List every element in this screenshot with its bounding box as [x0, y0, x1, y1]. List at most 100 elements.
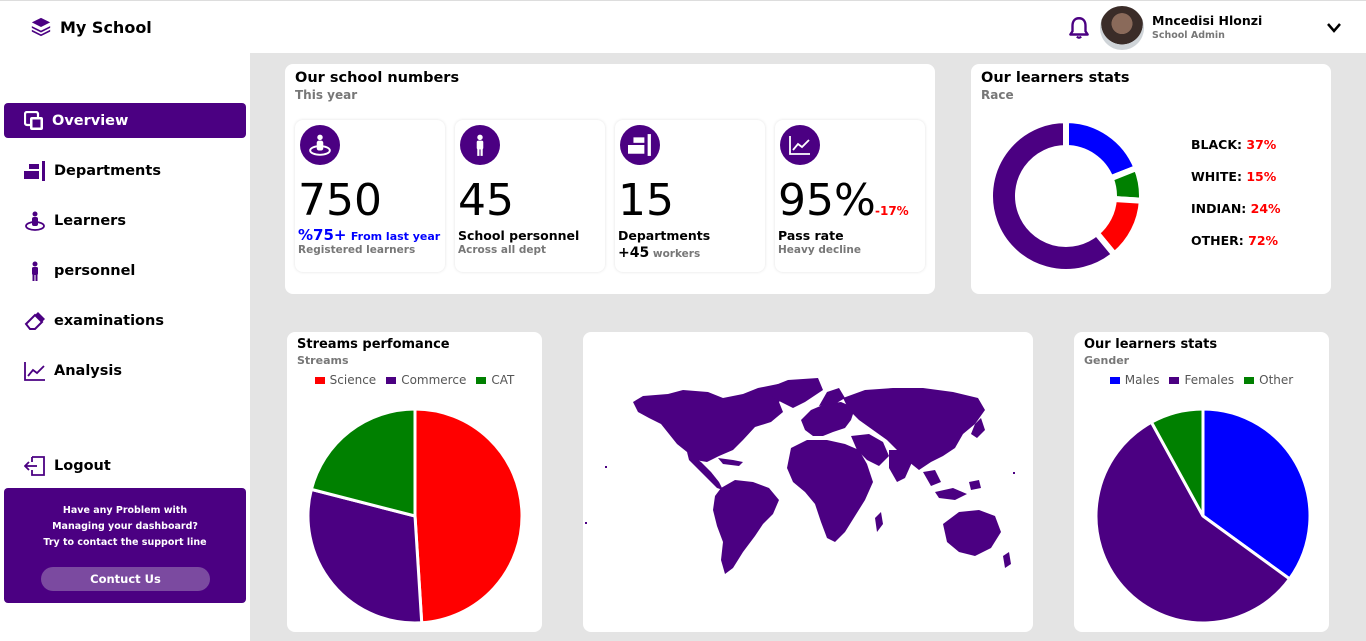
gender-card: Our learners stats Gender Males Females Ot…	[1074, 332, 1329, 632]
sidebar-item-departments[interactable]: Departments	[4, 153, 246, 188]
streams-card: Streams perfomance Streams Science Commer…	[287, 332, 542, 632]
support-line-1: Have any Problem with	[62, 505, 188, 516]
workers-label: workers	[652, 248, 701, 260]
avatar[interactable]	[1100, 6, 1144, 50]
map-region-south-america	[713, 480, 779, 574]
line-chart-icon	[24, 361, 45, 381]
map-region-madagascar	[875, 512, 883, 532]
chart-legend: Science Commerce CAT	[297, 373, 532, 387]
sidebar-item-overview[interactable]: Overview	[4, 103, 246, 138]
sidebar-item-examinations[interactable]: examinations	[4, 303, 246, 338]
map-region-caribbean	[718, 458, 743, 466]
top-bar: My School Mncedisi Hlonzi School Admin	[0, 0, 1366, 53]
card-subtitle: This year	[295, 88, 358, 102]
app-title: My School	[60, 17, 152, 37]
support-panel: Have any Problem with Managing your dash…	[4, 488, 246, 603]
race-row-other: OTHER: 72%	[1191, 233, 1278, 248]
legend-item-science[interactable]: Science	[314, 373, 377, 387]
bell-icon[interactable]	[1066, 15, 1092, 41]
stat-learners[interactable]: 750 %75+ From last year Registered learn…	[295, 120, 445, 272]
departments-icon	[24, 160, 45, 181]
legend-label: Females	[1184, 373, 1235, 387]
departments-icon	[620, 125, 660, 165]
map-region-europe	[801, 402, 855, 436]
legend-label: Other	[1259, 373, 1294, 387]
sidebar-item-personnel[interactable]: personnel	[4, 253, 246, 288]
sidebar-item-label: Analysis	[54, 362, 122, 379]
legend-swatch	[386, 377, 397, 384]
logout-icon	[24, 455, 45, 476]
line-chart-icon	[780, 125, 820, 165]
map-region-australia	[943, 510, 1001, 556]
stat-note: Heavy decline	[778, 244, 861, 256]
race-value: 15%	[1246, 169, 1277, 184]
chevron-down-icon[interactable]	[1326, 21, 1342, 35]
stat-value: 750	[298, 175, 382, 226]
legend-item-commerce[interactable]: Commerce	[386, 373, 466, 387]
stat-departments[interactable]: 15 Departments +45 workers	[615, 120, 765, 272]
sidebar-item-label: examinations	[54, 312, 164, 329]
stat-label: Departments	[618, 228, 711, 243]
race-row-black: BLACK: 37%	[1191, 137, 1276, 152]
logout-button[interactable]: Logout	[4, 448, 246, 483]
stat-change: -17%	[875, 204, 909, 218]
legend-item-other[interactable]: Other	[1244, 373, 1293, 387]
world-map[interactable]	[583, 332, 1033, 632]
stat-label: Registered learners	[298, 244, 416, 256]
race-value: 24%	[1250, 201, 1281, 216]
legend-item-females[interactable]: Females	[1169, 373, 1234, 387]
race-row-white: WHITE: 15%	[1191, 169, 1276, 184]
race-donut-chart	[987, 116, 1146, 275]
card-subtitle: Race	[981, 88, 1014, 102]
sidebar-item-analysis[interactable]: Analysis	[4, 353, 246, 388]
map-region-north-america	[633, 384, 788, 462]
gender-pie-chart	[1094, 407, 1312, 625]
card-subtitle: Streams	[297, 354, 349, 367]
sidebar-item-label: Departments	[54, 162, 161, 179]
stat-value: 95%	[778, 175, 876, 226]
person-icon	[460, 125, 500, 165]
sidebar-item-label: Learners	[54, 212, 126, 229]
chart-legend: Males Females Other	[1084, 373, 1319, 387]
copy-icon	[24, 110, 43, 130]
contact-us-button[interactable]: Contuct Us	[41, 567, 210, 591]
map-region-asia	[843, 388, 985, 470]
map-region-africa	[787, 440, 873, 542]
legend-label: Commerce	[401, 373, 467, 387]
learner-icon	[25, 211, 45, 231]
legend-item-males[interactable]: Males	[1109, 373, 1159, 387]
card-title: Our school numbers	[295, 70, 460, 86]
legend-item-cat[interactable]: CAT	[476, 373, 514, 387]
stat-value: 45	[458, 175, 514, 226]
race-stats-card: Our learners stats Race BLACK: 37% WHITE…	[971, 64, 1331, 294]
map-region-new-zealand	[1003, 552, 1011, 568]
brand[interactable]: My School	[30, 16, 152, 38]
legend-swatch	[1169, 377, 1180, 384]
card-title: Our learners stats	[981, 70, 1130, 86]
card-title: Our learners stats	[1084, 337, 1218, 352]
legend-label: Science	[329, 373, 377, 387]
stat-delta: %75+ From last year	[298, 226, 440, 244]
workers-count: +45	[618, 245, 650, 261]
eraser-icon	[24, 311, 45, 330]
world-map-card	[583, 332, 1033, 632]
stat-value: 15	[618, 175, 674, 226]
stat-label: Pass rate	[778, 228, 844, 243]
sidebar-item-label: personnel	[54, 262, 136, 279]
stat-personnel[interactable]: 45 School personnel Across all dept	[455, 120, 605, 272]
sidebar-item-learners[interactable]: Learners	[4, 203, 246, 238]
race-label: INDIAN:	[1191, 201, 1247, 216]
pie-slice-science[interactable]	[413, 407, 524, 625]
streams-pie-chart	[306, 407, 524, 625]
stat-pass-rate[interactable]: 95% -17% Pass rate Heavy decline	[775, 120, 925, 272]
race-label: BLACK:	[1191, 137, 1243, 152]
race-value: 37%	[1246, 137, 1277, 152]
race-value: 72%	[1248, 233, 1279, 248]
user-menu[interactable]: Mncedisi Hlonzi School Admin	[1066, 6, 1262, 50]
logout-label: Logout	[54, 457, 111, 474]
legend-swatch	[1244, 377, 1255, 384]
legend-swatch	[314, 377, 325, 384]
legend-swatch	[476, 377, 487, 384]
card-title: Streams perfomance	[297, 337, 450, 352]
sidebar-item-label: Overview	[52, 112, 129, 129]
